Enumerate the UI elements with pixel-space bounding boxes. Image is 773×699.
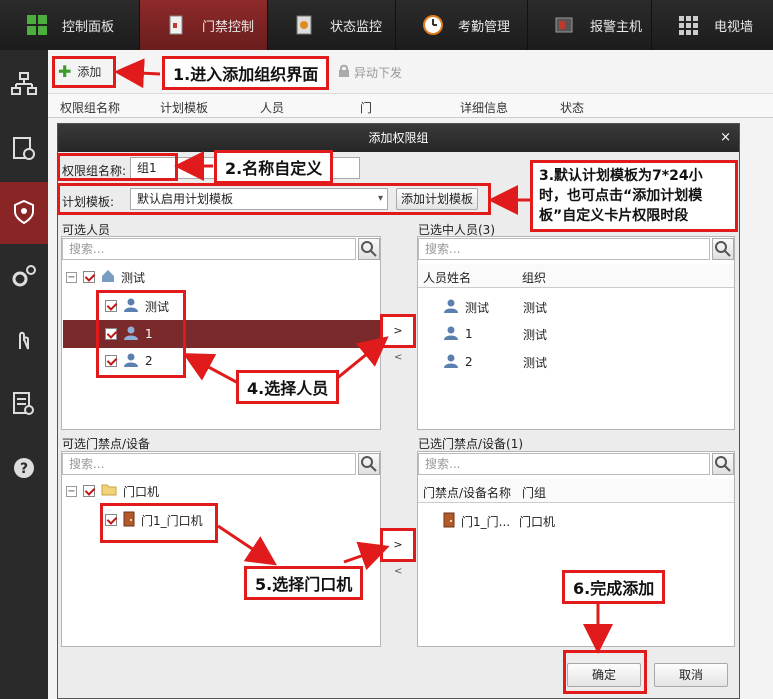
annotation-step-6: 6.完成添加 xyxy=(562,570,666,604)
door-access-icon xyxy=(166,14,188,36)
search-icon xyxy=(713,456,733,477)
toolbar: ✚ 添加 异动下发 xyxy=(48,50,773,94)
annotation-step-1: 1.进入添加组织界面 xyxy=(162,56,330,90)
selected-people-search-button[interactable] xyxy=(712,238,734,260)
available-doors-label: 可选门禁点/设备 xyxy=(62,437,151,451)
highlight-people-checkboxes xyxy=(96,290,186,378)
nav-item-tv-wall[interactable]: 电视墙 xyxy=(652,0,773,50)
annotation-step-3: 3.默认计划模板为7*24小 时，也可点击“添加计划模 板”自定义卡片权限时段 xyxy=(530,160,738,232)
hand-icon xyxy=(12,327,36,356)
person-icon xyxy=(443,299,459,316)
annotation-step-5: 5.选择门口机 xyxy=(244,566,364,600)
annotation-step-2: 2.名称自定义 xyxy=(214,150,334,184)
cancel-button[interactable]: 取消 xyxy=(654,663,728,687)
folder-icon xyxy=(101,483,117,499)
nav-item-attendance[interactable]: 考勤管理 xyxy=(396,0,528,50)
person-icon xyxy=(443,326,459,343)
doors-search-input[interactable]: 搜索... xyxy=(62,453,356,475)
tree-node-door-root[interactable]: − 门口机 xyxy=(66,478,165,504)
selected-doors-label: 已选门禁点/设备(1) xyxy=(418,437,524,451)
selected-doors-search-input[interactable]: 搜索... xyxy=(418,453,710,475)
doors-search-button[interactable] xyxy=(358,453,380,475)
search-icon xyxy=(359,456,379,477)
document-search-icon xyxy=(12,391,36,420)
lock-icon xyxy=(338,64,350,81)
search-icon xyxy=(713,241,733,262)
door-icon xyxy=(443,512,455,531)
highlight-move-doors xyxy=(380,528,416,562)
checkbox[interactable] xyxy=(83,271,95,283)
sidebar-item-schedule[interactable] xyxy=(0,118,48,180)
clock-icon xyxy=(422,14,444,36)
table-row[interactable]: 2 测试 xyxy=(443,349,553,375)
dialog-title: 添加权限组 xyxy=(58,124,739,152)
nav-item-alarm-host[interactable]: 报警主机 xyxy=(528,0,652,50)
table-row[interactable]: 1 测试 xyxy=(443,321,553,347)
selected-doors-search-button[interactable] xyxy=(712,453,734,475)
move-left-doors-button[interactable]: < xyxy=(394,566,402,577)
svg-text:?: ? xyxy=(20,461,28,477)
clipboard-clock-icon xyxy=(12,135,36,164)
highlight-ok-button xyxy=(563,650,647,694)
checkbox[interactable] xyxy=(83,485,95,497)
column-header[interactable]: 计划模板 xyxy=(160,99,208,116)
highlight-move-people xyxy=(380,314,416,348)
column-header[interactable]: 组织 xyxy=(522,269,546,286)
column-header[interactable]: 人员姓名 xyxy=(423,269,471,286)
home-icon xyxy=(101,269,115,286)
highlight-name-field xyxy=(57,153,178,181)
highlight-template-row xyxy=(57,183,491,215)
nav-item-dashboard[interactable]: 控制面板 xyxy=(0,0,140,50)
column-header[interactable]: 状态 xyxy=(560,99,584,116)
monitor-icon xyxy=(294,14,316,36)
move-left-people-button[interactable]: < xyxy=(394,352,402,363)
column-header[interactable]: 权限组名称 xyxy=(60,99,120,116)
sidebar-item-log[interactable] xyxy=(0,374,48,436)
column-header[interactable]: 详细信息 xyxy=(460,99,508,116)
sidebar-item-settings[interactable] xyxy=(0,246,48,308)
collapse-icon[interactable]: − xyxy=(66,271,77,283)
dashboard-icon xyxy=(26,14,48,36)
sidebar-item-organization[interactable] xyxy=(0,54,48,116)
left-sidebar: ? xyxy=(0,50,48,699)
shield-key-icon xyxy=(12,199,36,228)
alarm-host-icon xyxy=(554,14,576,36)
selected-people-table-header: 人员姓名 组织 xyxy=(418,264,734,288)
nav-item-door-access[interactable]: 门禁控制 xyxy=(140,0,268,50)
nav-item-status-monitor[interactable]: 状态监控 xyxy=(268,0,396,50)
selected-doors-table-header: 门禁点/设备名称 门组 xyxy=(418,479,734,503)
top-navigation: 控制面板 门禁控制 状态监控 考勤管理 报警主机 电视墙 xyxy=(0,0,773,50)
org-tree-icon xyxy=(11,71,37,99)
async-send-button[interactable]: 异动下发 xyxy=(338,64,402,81)
column-header[interactable]: 门组 xyxy=(522,484,546,501)
column-header[interactable]: 门禁点/设备名称 xyxy=(423,484,511,501)
list-header: 权限组名称 计划模板 人员 门 详细信息 状态 xyxy=(48,94,773,118)
tree-node-root[interactable]: − 测试 xyxy=(66,264,151,290)
column-header[interactable]: 人员 xyxy=(260,99,284,116)
highlight-add-button xyxy=(52,56,116,88)
annotation-step-4: 4.选择人员 xyxy=(236,370,340,404)
people-search-button[interactable] xyxy=(358,238,380,260)
sidebar-item-permission[interactable] xyxy=(0,182,48,244)
highlight-door-checkbox xyxy=(100,503,218,543)
table-row[interactable]: 测试 测试 xyxy=(443,294,553,320)
tv-wall-icon xyxy=(678,14,700,36)
person-icon xyxy=(443,354,459,371)
selected-people-search-input[interactable]: 搜索... xyxy=(418,238,710,260)
column-header[interactable]: 门 xyxy=(360,99,372,116)
help-icon: ? xyxy=(12,456,36,483)
search-icon xyxy=(359,241,379,262)
collapse-icon[interactable]: − xyxy=(66,485,77,497)
people-search-input[interactable]: 搜索... xyxy=(62,238,356,260)
close-icon[interactable]: × xyxy=(720,124,731,152)
gears-icon xyxy=(11,264,37,291)
sidebar-item-fingerprint[interactable] xyxy=(0,310,48,372)
sidebar-item-help[interactable]: ? xyxy=(0,438,48,500)
table-row[interactable]: 门1_门... 门口机 xyxy=(443,508,561,534)
